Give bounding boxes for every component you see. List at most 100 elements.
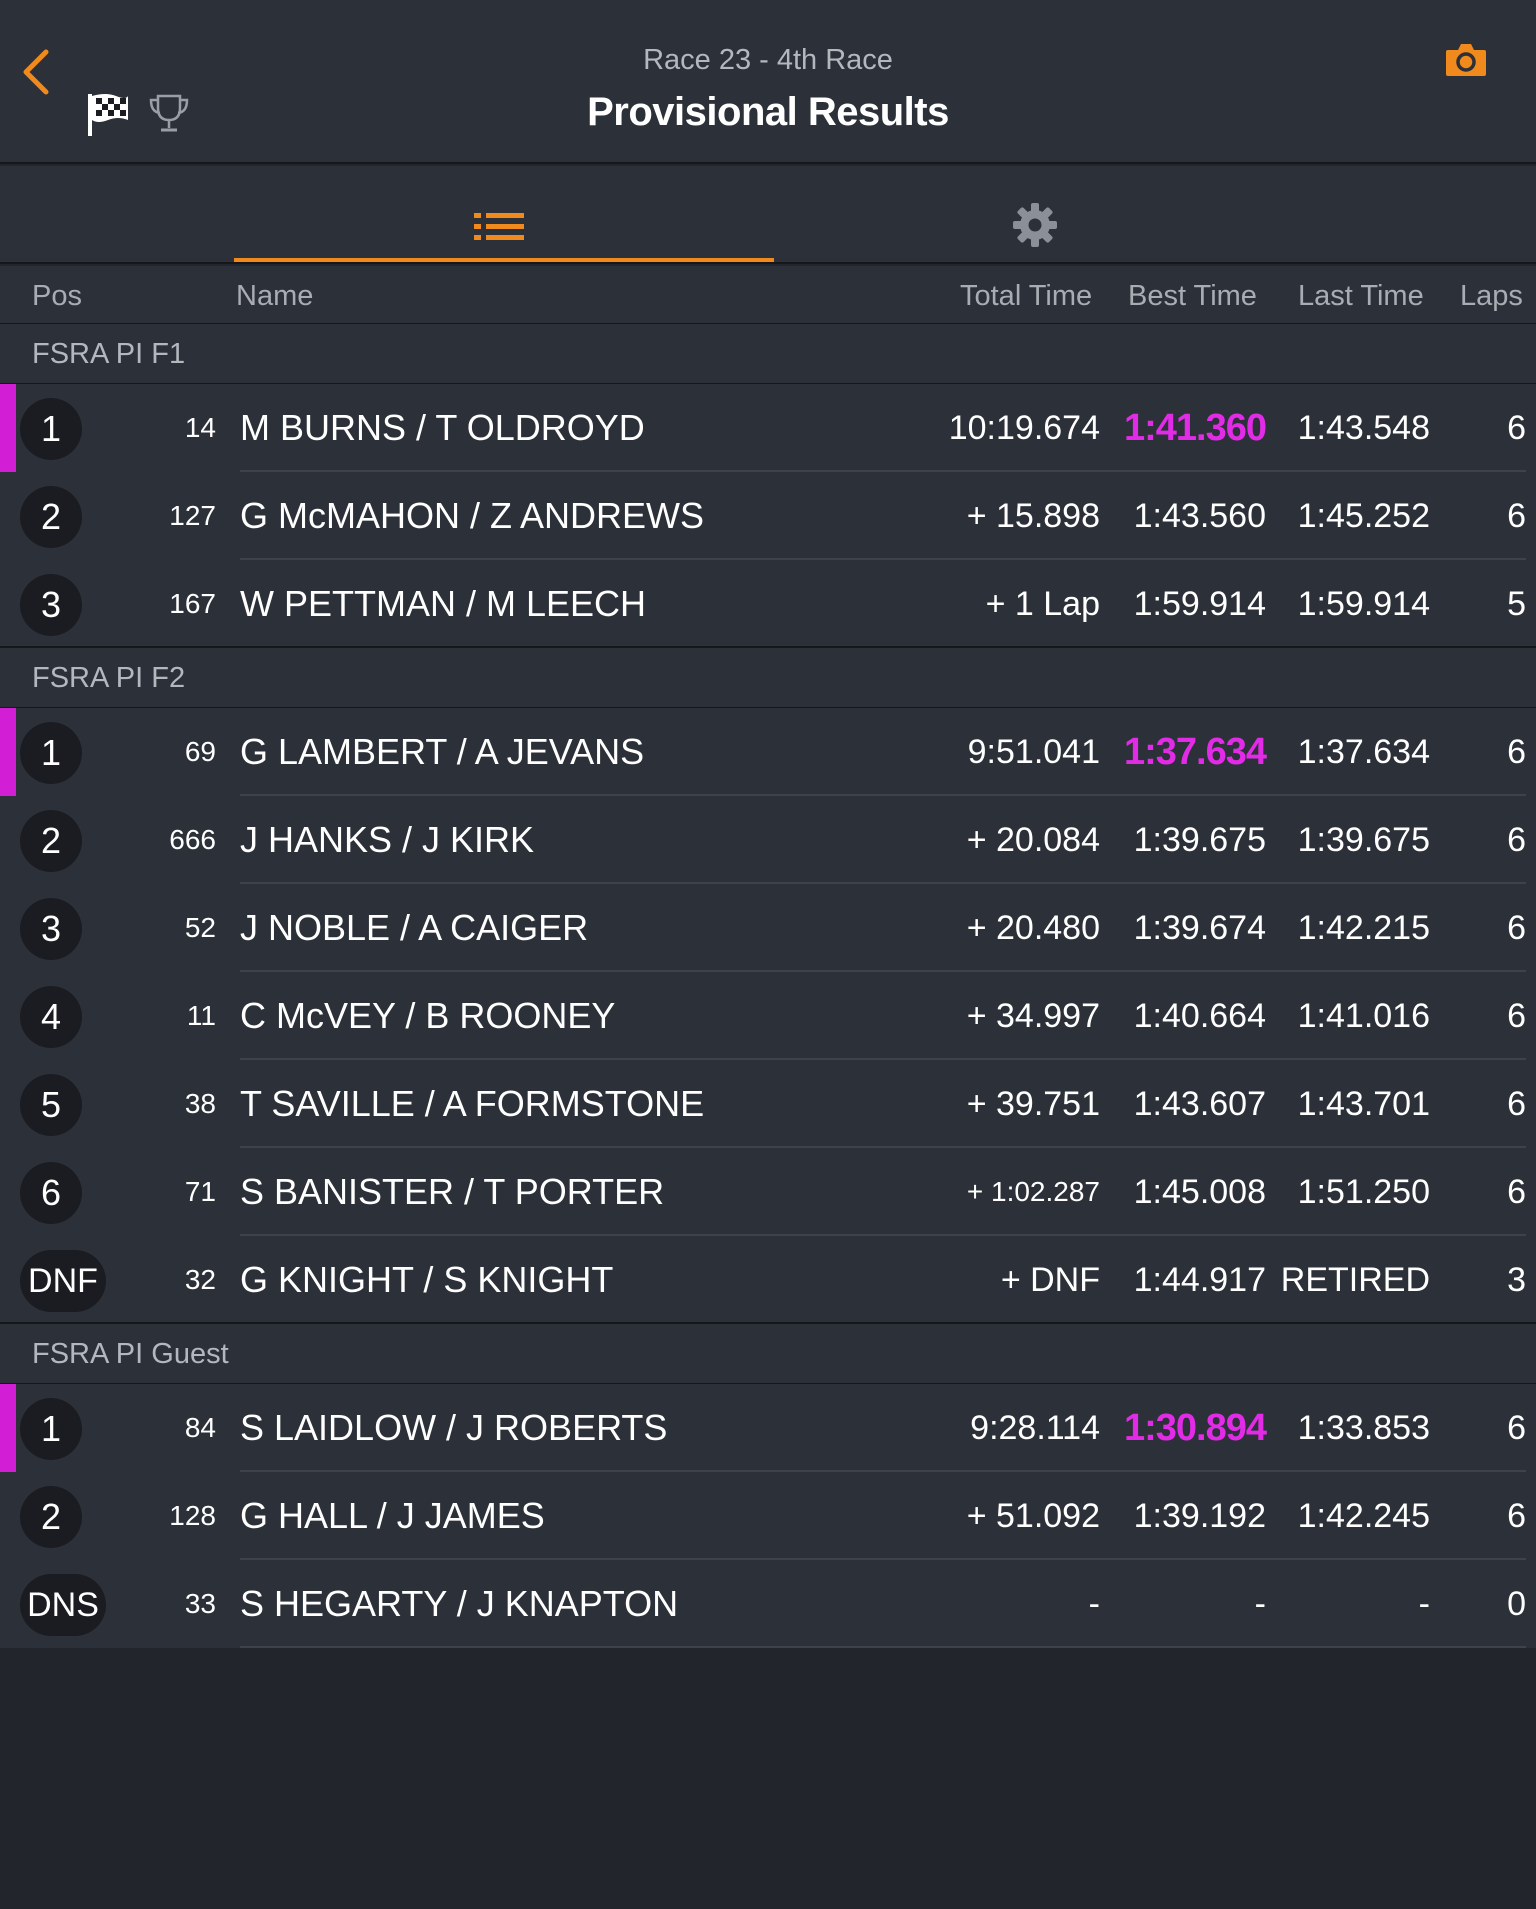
result-row[interactable]: 2 666 J HANKS / J KIRK + 20.084 1:39.675 1:39… xyxy=(0,796,1536,884)
result-row[interactable]: 2 127 G McMAHON / Z ANDREWS + 15.898 1:43.56… xyxy=(0,472,1536,560)
total-time: + 15.898 xyxy=(966,497,1100,535)
laps-count: 6 xyxy=(1507,1409,1526,1447)
col-best-time[interactable]: Best Time xyxy=(1128,280,1257,313)
last-time: 1:41.016 xyxy=(1297,997,1430,1035)
laps-count: 6 xyxy=(1507,997,1526,1035)
col-total-time[interactable]: Total Time xyxy=(960,280,1092,313)
best-time: 1:39.192 xyxy=(1133,1497,1266,1535)
col-pos[interactable]: Pos xyxy=(32,280,82,313)
result-row[interactable]: 2 128 G HALL / J JAMES + 51.092 1:39.192 1:42… xyxy=(0,1472,1536,1560)
gear-icon xyxy=(1013,203,1057,247)
driver-names: J HANKS / J KIRK xyxy=(240,819,535,860)
best-time: 1:44.917 xyxy=(1133,1261,1266,1299)
car-number: 69 xyxy=(184,736,216,767)
position-badge: 3 xyxy=(20,898,82,960)
total-time: + DNF xyxy=(1000,1261,1100,1299)
last-time: 1:51.250 xyxy=(1297,1173,1430,1211)
class-leader-marker xyxy=(0,384,16,472)
position-badge: 1 xyxy=(20,398,82,460)
total-time: 9:51.041 xyxy=(967,733,1100,771)
driver-names: G LAMBERT / A JEVANS xyxy=(240,731,645,772)
position-badge: 2 xyxy=(20,486,82,548)
laps-count: 6 xyxy=(1507,1085,1526,1123)
best-time: 1:39.675 xyxy=(1133,821,1266,859)
position-badge: 4 xyxy=(20,986,82,1048)
car-number: 128 xyxy=(169,1500,216,1531)
last-time: 1:39.675 xyxy=(1297,821,1430,859)
last-time: 1:37.634 xyxy=(1297,733,1430,771)
tab-results-list[interactable] xyxy=(234,166,774,262)
camera-icon xyxy=(1446,44,1486,76)
camera-button[interactable] xyxy=(1444,38,1488,82)
total-time: + 34.997 xyxy=(966,997,1100,1035)
car-number: 127 xyxy=(169,500,216,531)
driver-names: G KNIGHT / S KNIGHT xyxy=(240,1259,614,1300)
total-time: + 1 Lap xyxy=(985,585,1100,623)
laps-count: 6 xyxy=(1507,909,1526,947)
total-time: + 20.084 xyxy=(966,821,1100,859)
car-number: 84 xyxy=(184,1412,216,1443)
laps-count: 6 xyxy=(1507,409,1526,447)
result-row[interactable]: 3 167 W PETTMAN / M LEECH + 1 Lap 1:59.914 1:… xyxy=(0,560,1536,648)
position-badge: 6 xyxy=(20,1162,82,1224)
active-tab-indicator xyxy=(234,258,774,262)
best-time: 1:59.914 xyxy=(1133,585,1266,623)
driver-names: S LAIDLOW / J ROBERTS xyxy=(240,1407,668,1448)
result-row[interactable]: 4 11 C McVEY / B ROONEY + 34.997 1:40.664 1:4… xyxy=(0,972,1536,1060)
laps-count: 3 xyxy=(1507,1261,1526,1299)
driver-names: G McMAHON / Z ANDREWS xyxy=(240,495,705,536)
result-row[interactable]: 1 84 S LAIDLOW / J ROBERTS 9:28.114 1:30.894… xyxy=(0,1384,1536,1472)
total-time: + 20.480 xyxy=(966,909,1100,947)
position-badge: 1 xyxy=(20,722,82,784)
total-time: 10:19.674 xyxy=(948,409,1100,447)
tab-bar xyxy=(0,166,1536,264)
driver-names: W PETTMAN / M LEECH xyxy=(240,583,647,624)
result-row[interactable]: 6 71 S BANISTER / T PORTER + 1:02.287 1:45.0… xyxy=(0,1148,1536,1236)
car-number: 71 xyxy=(184,1176,216,1207)
last-time: 1:45.252 xyxy=(1297,497,1430,535)
class-group-header: FSRA PI Guest xyxy=(0,1324,1536,1384)
result-row[interactable]: 1 14 M BURNS / T OLDROYD 10:19.674 1:41.360 1… xyxy=(0,384,1536,472)
driver-names: J NOBLE / A CAIGER xyxy=(240,907,589,948)
total-time: - xyxy=(1088,1585,1100,1623)
last-time: RETIRED xyxy=(1280,1261,1430,1299)
last-time: 1:59.914 xyxy=(1297,585,1430,623)
driver-names: M BURNS / T OLDROYD xyxy=(240,407,645,448)
class-group-header: FSRA PI F1 xyxy=(0,324,1536,384)
best-time: 1:45.008 xyxy=(1133,1173,1266,1211)
results-table: FSRA PI F1 1 14 M BURNS / T OLDROYD 10:19.67… xyxy=(0,324,1536,1648)
car-number: 32 xyxy=(184,1264,216,1295)
total-time: + 39.751 xyxy=(966,1085,1100,1123)
column-headers: Pos Name Total Time Best Time Last Time … xyxy=(0,266,1536,324)
class-leader-marker xyxy=(0,708,16,796)
position-badge: DNS xyxy=(20,1574,106,1636)
result-row[interactable]: 1 69 G LAMBERT / A JEVANS 9:51.041 1:37.634 1… xyxy=(0,708,1536,796)
result-row[interactable]: DNF 32 G KNIGHT / S KNIGHT + DNF 1:44.917 RET… xyxy=(0,1236,1536,1324)
col-name[interactable]: Name xyxy=(236,280,313,313)
col-laps[interactable]: Laps xyxy=(1460,280,1523,313)
last-time: 1:43.548 xyxy=(1297,409,1430,447)
last-time: 1:33.853 xyxy=(1297,1409,1430,1447)
result-row[interactable]: 3 52 J NOBLE / A CAIGER + 20.480 1:39.674 1:4… xyxy=(0,884,1536,972)
position-badge: 3 xyxy=(20,574,82,636)
row-divider xyxy=(240,1646,1526,1648)
laps-count: 6 xyxy=(1507,497,1526,535)
laps-count: 6 xyxy=(1507,1173,1526,1211)
position-badge: 2 xyxy=(20,1486,82,1548)
list-icon xyxy=(474,213,524,240)
best-time: 1:43.560 xyxy=(1133,497,1266,535)
col-last-time[interactable]: Last Time xyxy=(1298,280,1424,313)
total-time: + 1:02.287 xyxy=(966,1176,1100,1207)
result-row[interactable]: DNS 33 S HEGARTY / J KNAPTON - - - 0 xyxy=(0,1560,1536,1648)
tab-settings[interactable] xyxy=(774,166,1314,262)
car-number: 38 xyxy=(184,1088,216,1119)
car-number: 14 xyxy=(184,412,216,443)
total-time: 9:28.114 xyxy=(970,1409,1100,1447)
laps-count: 6 xyxy=(1507,1497,1526,1535)
position-badge: 1 xyxy=(20,1398,82,1460)
last-time: 1:43.701 xyxy=(1297,1085,1430,1123)
position-badge: 2 xyxy=(20,810,82,872)
class-group-header: FSRA PI F2 xyxy=(0,648,1536,708)
total-time: + 51.092 xyxy=(966,1497,1100,1535)
result-row[interactable]: 5 38 T SAVILLE / A FORMSTONE + 39.751 1:43.6… xyxy=(0,1060,1536,1148)
